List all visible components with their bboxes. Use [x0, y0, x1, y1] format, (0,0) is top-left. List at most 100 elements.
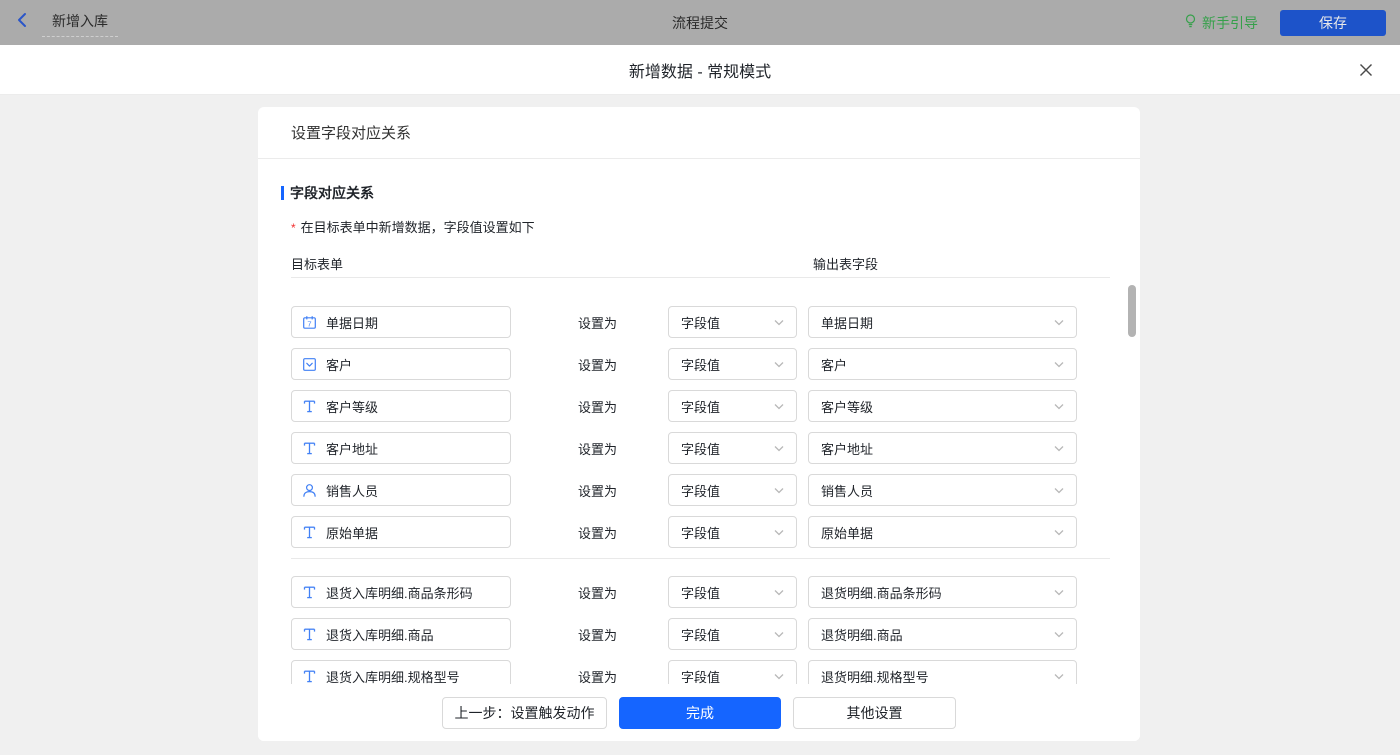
field-mapping-panel: 设置字段对应关系 字段对应关系 *在目标表单中新增数据，字段值设置如下 目标表单… [258, 107, 1140, 741]
output-field-select[interactable]: 客户 [808, 348, 1077, 380]
modal-content: 设置字段对应关系 字段对应关系 *在目标表单中新增数据，字段值设置如下 目标表单… [0, 95, 1400, 755]
scrollbar-thumb[interactable] [1128, 285, 1136, 337]
field-mapping-row: 销售人员 设置为 字段值 销售人员 [291, 474, 1110, 506]
flow-name-input[interactable]: 新增入库 [42, 8, 118, 37]
field-rows-scroll-area[interactable]: 7 单据日期 设置为 字段值 单据日期 客户 设置为 字段值 [291, 294, 1110, 693]
svg-text:7: 7 [307, 319, 311, 328]
value-mode-value: 字段值 [681, 523, 720, 542]
done-button[interactable]: 完成 [619, 697, 781, 729]
save-button[interactable]: 保存 [1280, 10, 1386, 36]
output-field-value: 客户等级 [821, 397, 873, 416]
value-mode-value: 字段值 [681, 439, 720, 458]
output-field-value: 单据日期 [821, 313, 873, 332]
target-field-box[interactable]: 客户地址 [291, 432, 511, 464]
target-field-box[interactable]: 7 单据日期 [291, 306, 511, 338]
output-field-select[interactable]: 退货明细.商品条形码 [808, 576, 1077, 608]
value-mode-value: 字段值 [681, 397, 720, 416]
chevron-left-icon [16, 12, 28, 33]
value-mode-select[interactable]: 字段值 [668, 516, 797, 548]
output-field-value: 客户地址 [821, 439, 873, 458]
back-button[interactable] [16, 12, 28, 33]
value-mode-select[interactable]: 字段值 [668, 432, 797, 464]
value-mode-select[interactable]: 字段值 [668, 474, 797, 506]
output-field-select[interactable]: 客户地址 [808, 432, 1077, 464]
lightbulb-icon [1184, 14, 1197, 32]
chevron-down-icon [1054, 355, 1064, 373]
header-divider [291, 277, 1110, 278]
value-mode-value: 字段值 [681, 625, 720, 644]
output-field-value: 退货明细.商品条形码 [821, 583, 942, 602]
target-field-label: 销售人员 [326, 481, 378, 500]
value-mode-select[interactable]: 字段值 [668, 306, 797, 338]
chevron-down-icon [774, 355, 784, 373]
field-type-icon [302, 525, 317, 540]
chevron-down-icon [1054, 625, 1064, 643]
set-as-label: 设置为 [578, 583, 618, 602]
panel-footer: 上一步：设置触发动作 完成 其他设置 [258, 684, 1140, 741]
chevron-down-icon [1054, 667, 1064, 685]
field-mapping-row: 7 单据日期 设置为 字段值 单据日期 [291, 306, 1110, 338]
required-asterisk: * [291, 221, 296, 235]
output-field-select[interactable]: 原始单据 [808, 516, 1077, 548]
value-mode-select[interactable]: 字段值 [668, 618, 797, 650]
other-settings-button[interactable]: 其他设置 [793, 697, 956, 729]
output-field-select[interactable]: 单据日期 [808, 306, 1077, 338]
panel-header: 设置字段对应关系 [258, 107, 1140, 159]
chevron-down-icon [774, 523, 784, 541]
target-field-box[interactable]: 客户等级 [291, 390, 511, 422]
chevron-down-icon [774, 313, 784, 331]
field-type-icon [302, 399, 317, 414]
set-as-label: 设置为 [578, 625, 618, 644]
chevron-down-icon [1054, 481, 1064, 499]
chevron-down-icon [774, 481, 784, 499]
field-mapping-row: 客户地址 设置为 字段值 客户地址 [291, 432, 1110, 464]
target-field-label: 原始单据 [326, 523, 378, 542]
set-as-label: 设置为 [578, 523, 618, 542]
output-field-select[interactable]: 退货明细.商品 [808, 618, 1077, 650]
target-field-box[interactable]: 客户 [291, 348, 511, 380]
column-headers: 目标表单 输出表字段 [291, 254, 1110, 270]
chevron-down-icon [774, 583, 784, 601]
beginner-guide-link[interactable]: 新手引导 [1184, 13, 1258, 33]
chevron-down-icon [1054, 523, 1064, 541]
chevron-down-icon [774, 397, 784, 415]
output-field-value: 销售人员 [821, 481, 873, 500]
value-mode-value: 字段值 [681, 313, 720, 332]
modal-title: 新增数据 - 常规模式 [629, 58, 771, 82]
set-as-label: 设置为 [578, 481, 618, 500]
field-type-icon [302, 627, 317, 642]
value-mode-value: 字段值 [681, 667, 720, 686]
target-field-box[interactable]: 退货入库明细.商品条形码 [291, 576, 511, 608]
close-icon[interactable] [1354, 58, 1378, 82]
value-mode-select[interactable]: 字段值 [668, 348, 797, 380]
value-mode-select[interactable]: 字段值 [668, 390, 797, 422]
set-as-label: 设置为 [578, 397, 618, 416]
field-type-icon: 7 [302, 315, 317, 330]
field-mapping-row: 原始单据 设置为 字段值 原始单据 [291, 516, 1110, 548]
field-type-icon [302, 669, 317, 684]
output-field-value: 客户 [821, 355, 847, 374]
section-title: 字段对应关系 [281, 183, 1110, 203]
modal-header: 新增数据 - 常规模式 [0, 45, 1400, 95]
field-mapping-row: 客户 设置为 字段值 客户 [291, 348, 1110, 380]
field-mapping-row: 退货入库明细.商品条形码 设置为 字段值 退货明细.商品条形码 [291, 576, 1110, 608]
target-field-box[interactable]: 退货入库明细.商品 [291, 618, 511, 650]
chevron-down-icon [774, 439, 784, 457]
output-field-select[interactable]: 客户等级 [808, 390, 1077, 422]
previous-step-button[interactable]: 上一步：设置触发动作 [442, 697, 607, 729]
target-field-box[interactable]: 原始单据 [291, 516, 511, 548]
column-header-target-form: 目标表单 [291, 257, 343, 272]
field-mapping-row: 客户等级 设置为 字段值 客户等级 [291, 390, 1110, 422]
value-mode-value: 字段值 [681, 583, 720, 602]
target-field-box[interactable]: 销售人员 [291, 474, 511, 506]
target-field-label: 退货入库明细.商品条形码 [326, 583, 473, 602]
set-as-label: 设置为 [578, 439, 618, 458]
field-type-icon [302, 483, 317, 498]
column-header-output-fields: 输出表字段 [813, 254, 878, 273]
value-mode-value: 字段值 [681, 481, 720, 500]
section-accent-bar [281, 186, 284, 200]
value-mode-value: 字段值 [681, 355, 720, 374]
target-field-label: 客户 [326, 355, 352, 374]
output-field-select[interactable]: 销售人员 [808, 474, 1077, 506]
value-mode-select[interactable]: 字段值 [668, 576, 797, 608]
